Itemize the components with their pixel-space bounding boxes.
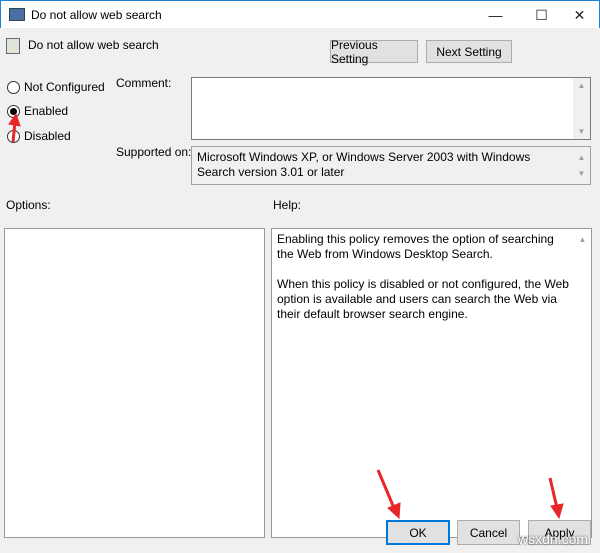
annotation-arrows [8, 112, 564, 520]
arrow-icon [8, 112, 21, 143]
watermark: wsxdn.com [518, 531, 589, 547]
arrow-icon [548, 477, 564, 520]
arrow-icon [376, 469, 401, 520]
